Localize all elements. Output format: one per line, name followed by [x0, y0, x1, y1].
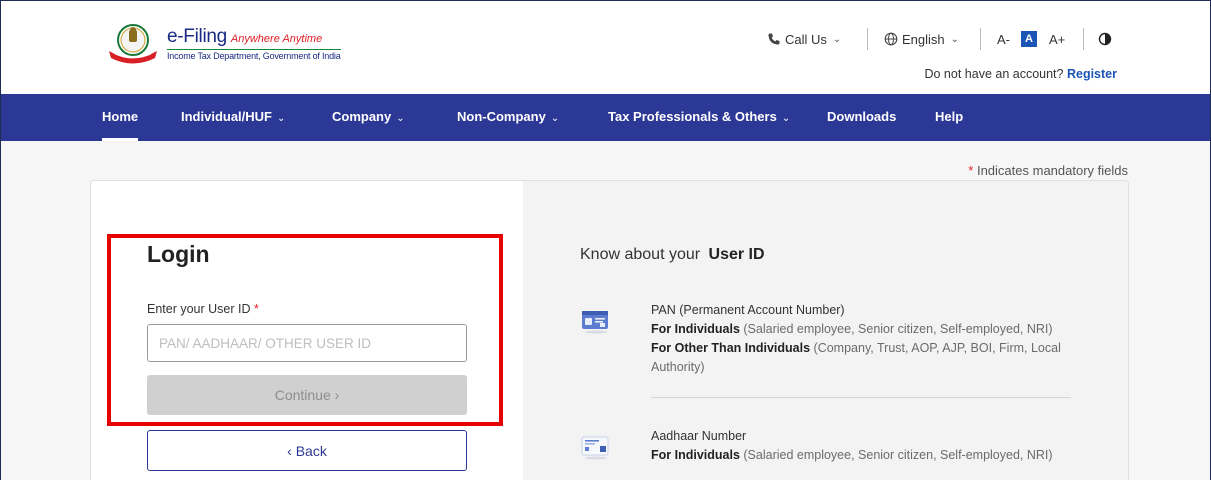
nav-company[interactable]: Company ⌄: [332, 94, 405, 141]
know-user-id-title: Know about your User ID: [580, 246, 765, 264]
pan-info: PAN (Permanent Account Number) For Indiv…: [651, 301, 1071, 377]
register-link[interactable]: Register: [1067, 67, 1117, 81]
phone-icon: [767, 32, 781, 46]
brand-tagline: Anywhere Anytime: [230, 32, 323, 45]
nav-tax-professionals[interactable]: Tax Professionals & Others ⌄: [608, 94, 790, 141]
nav-tax-professionals-label: Tax Professionals & Others: [608, 109, 777, 124]
divider: [1083, 28, 1084, 50]
site-logo[interactable]: e-Filing Anywhere Anytime Income Tax Dep…: [105, 21, 341, 65]
no-account-text: Do not have an account?: [924, 67, 1064, 81]
pan-individuals-bold: For Individuals: [651, 322, 740, 336]
aadhaar-individuals-bold: For Individuals: [651, 448, 740, 462]
font-decrease-label: A-: [997, 31, 1010, 47]
nav-non-company[interactable]: Non-Company ⌄: [457, 94, 559, 141]
font-increase-label: A+: [1049, 31, 1066, 47]
brand-text: e-Filing Anywhere Anytime Income Tax Dep…: [167, 26, 341, 61]
user-id-label: Enter your User ID *: [147, 302, 259, 316]
user-id-input[interactable]: [147, 324, 467, 362]
chevron-down-icon: ⌄: [950, 33, 960, 45]
language-dropdown[interactable]: English ⌄: [884, 28, 959, 50]
chevron-down-icon: ⌄: [277, 113, 286, 124]
pan-others-bold: For Other Than Individuals: [651, 341, 811, 355]
nav-downloads[interactable]: Downloads: [827, 94, 896, 141]
account-prompt: Do not have an account? Register: [924, 67, 1117, 81]
mandatory-note-text: Indicates mandatory fields: [976, 163, 1128, 178]
required-star: *: [968, 163, 974, 178]
language-label: English: [902, 31, 945, 47]
call-us-label: Call Us: [785, 31, 827, 47]
nav-individual-huf-label: Individual/HUF: [181, 109, 272, 124]
aadhaar-individuals-detail: (Salaried employee, Senior citizen, Self…: [743, 448, 1053, 462]
font-default-button[interactable]: A: [1021, 28, 1037, 50]
continue-button[interactable]: Continue ›: [147, 375, 467, 415]
font-increase-button[interactable]: A+: [1049, 28, 1065, 50]
info-divider: [651, 397, 1071, 398]
call-us-dropdown[interactable]: Call Us ⌄: [767, 28, 841, 50]
aadhaar-info: Aadhaar Number For Individuals (Salaried…: [651, 427, 1071, 465]
chevron-down-icon: ⌄: [781, 113, 791, 124]
pan-others-line: For Other Than Individuals (Company, Tru…: [651, 339, 1071, 377]
nav-company-label: Company: [332, 109, 392, 124]
font-default-label: A: [1021, 31, 1037, 47]
nav-downloads-label: Downloads: [827, 109, 897, 124]
pan-card-icon: [581, 308, 611, 334]
nav-help[interactable]: Help: [935, 94, 963, 141]
back-button[interactable]: ‹ Back: [147, 430, 467, 471]
aadhaar-card-icon: [581, 434, 611, 460]
nav-individual-huf[interactable]: Individual/HUF ⌄: [181, 94, 285, 141]
nav-home[interactable]: Home: [102, 94, 139, 141]
know-title-bold: User ID: [708, 246, 765, 263]
mandatory-note: * Indicates mandatory fields: [968, 163, 1128, 178]
chevron-down-icon: ⌄: [396, 113, 405, 124]
know-title-prefix: Know about your: [580, 246, 701, 263]
divider: [867, 28, 868, 50]
main-nav: Home Individual/HUF ⌄ Company ⌄ Non-Compan…: [1, 94, 1210, 141]
emblem-icon: [105, 21, 161, 65]
login-title: Login: [147, 241, 210, 267]
pan-heading: PAN (Permanent Account Number): [651, 303, 845, 317]
contrast-icon: [1098, 32, 1112, 46]
chevron-down-icon: ⌄: [832, 33, 842, 45]
aadhaar-individuals-line: For Individuals (Salaried employee, Seni…: [651, 446, 1071, 465]
globe-icon: [884, 32, 898, 46]
site-header: e-Filing Anywhere Anytime Income Tax Dep…: [1, 1, 1210, 94]
browser-viewport: e-Filing Anywhere Anytime Income Tax Dep…: [0, 0, 1211, 480]
chevron-down-icon: ⌄: [550, 113, 560, 124]
required-star: *: [254, 302, 259, 316]
aadhaar-heading: Aadhaar Number: [651, 429, 747, 443]
nav-help-label: Help: [935, 109, 964, 124]
brand-subtitle: Income Tax Department, Government of Ind…: [167, 48, 341, 61]
contrast-toggle[interactable]: [1098, 28, 1112, 50]
user-id-label-text: Enter your User ID: [147, 302, 251, 316]
nav-non-company-label: Non-Company: [457, 109, 546, 124]
nav-home-label: Home: [102, 109, 139, 124]
brand-title: e-Filing: [167, 25, 227, 47]
divider: [980, 28, 981, 50]
font-decrease-button[interactable]: A-: [997, 28, 1010, 50]
pan-individuals-line: For Individuals (Salaried employee, Seni…: [651, 320, 1071, 339]
pan-individuals-detail: (Salaried employee, Senior citizen, Self…: [743, 322, 1053, 336]
